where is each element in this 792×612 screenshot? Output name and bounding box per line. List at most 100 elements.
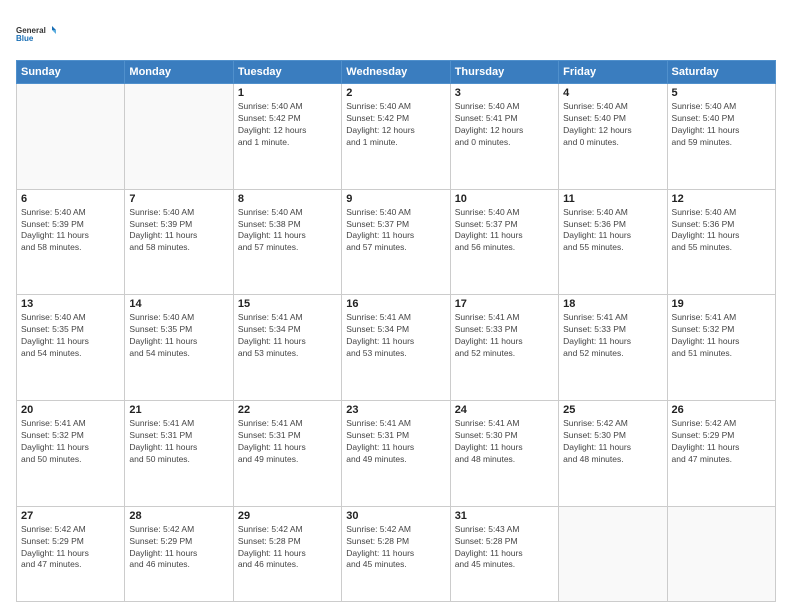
- calendar-cell: 20 Sunrise: 5:41 AMSunset: 5:32 PMDayligh…: [17, 401, 125, 507]
- calendar-cell: 30Sunrise: 5:42 AMSunset: 5:28 PMDayligh…: [342, 506, 450, 601]
- day-info: Sunrise: 5:41 AMSunset: 5:31 PMDaylight:…: [129, 418, 228, 466]
- calendar-cell: 18 Sunrise: 5:41 AMSunset: 5:33 PMDayligh…: [559, 295, 667, 401]
- header-saturday: Saturday: [667, 61, 775, 84]
- week-row-4: 20 Sunrise: 5:41 AMSunset: 5:32 PMDayligh…: [17, 401, 776, 507]
- header-wednesday: Wednesday: [342, 61, 450, 84]
- logo-svg: General Blue: [16, 16, 56, 52]
- day-info: Sunrise: 5:41 AMSunset: 5:33 PMDaylight:…: [563, 312, 662, 360]
- calendar-cell: 9 Sunrise: 5:40 AMSunset: 5:37 PMDaylight…: [342, 189, 450, 295]
- calendar-cell: 8 Sunrise: 5:40 AMSunset: 5:38 PMDaylight…: [233, 189, 341, 295]
- week-row-2: 6 Sunrise: 5:40 AMSunset: 5:39 PMDaylight…: [17, 189, 776, 295]
- day-info: Sunrise: 5:41 AMSunset: 5:31 PMDaylight:…: [346, 418, 445, 466]
- day-info: Sunrise: 5:42 AMSunset: 5:29 PMDaylight:…: [672, 418, 771, 466]
- day-number: 19: [672, 298, 771, 310]
- calendar-cell: [667, 506, 775, 601]
- page: General Blue SundayMondayTuesdayWednesda…: [0, 0, 792, 612]
- logo: General Blue: [16, 16, 56, 52]
- day-info: Sunrise: 5:40 AMSunset: 5:41 PMDaylight:…: [455, 101, 554, 149]
- day-number: 17: [455, 298, 554, 310]
- day-info: Sunrise: 5:42 AMSunset: 5:30 PMDaylight:…: [563, 418, 662, 466]
- calendar-cell: 31 Sunrise: 5:43 AMSunset: 5:28 PMDayligh…: [450, 506, 558, 601]
- calendar-cell: 16Sunrise: 5:41 AMSunset: 5:34 PMDayligh…: [342, 295, 450, 401]
- calendar-cell: 12 Sunrise: 5:40 AMSunset: 5:36 PMDayligh…: [667, 189, 775, 295]
- calendar-cell: 24Sunrise: 5:41 AMSunset: 5:30 PMDayligh…: [450, 401, 558, 507]
- calendar-cell: 5Sunrise: 5:40 AMSunset: 5:40 PMDaylight…: [667, 84, 775, 190]
- day-info: Sunrise: 5:42 AMSunset: 5:29 PMDaylight:…: [21, 524, 120, 572]
- day-info: Sunrise: 5:40 AMSunset: 5:36 PMDaylight:…: [672, 207, 771, 255]
- day-number: 9: [346, 193, 445, 205]
- day-number: 26: [672, 404, 771, 416]
- day-number: 29: [238, 510, 337, 522]
- day-info: Sunrise: 5:40 AMSunset: 5:39 PMDaylight:…: [21, 207, 120, 255]
- day-number: 15: [238, 298, 337, 310]
- calendar-cell: 22Sunrise: 5:41 AMSunset: 5:31 PMDayligh…: [233, 401, 341, 507]
- day-info: Sunrise: 5:40 AMSunset: 5:36 PMDaylight:…: [563, 207, 662, 255]
- day-info: Sunrise: 5:40 AMSunset: 5:35 PMDaylight:…: [21, 312, 120, 360]
- header-sunday: Sunday: [17, 61, 125, 84]
- day-number: 12: [672, 193, 771, 205]
- day-number: 24: [455, 404, 554, 416]
- day-number: 3: [455, 87, 554, 99]
- calendar-cell: 21 Sunrise: 5:41 AMSunset: 5:31 PMDayligh…: [125, 401, 233, 507]
- day-number: 27: [21, 510, 120, 522]
- day-number: 5: [672, 87, 771, 99]
- day-info: Sunrise: 5:42 AMSunset: 5:28 PMDaylight:…: [238, 524, 337, 572]
- day-info: Sunrise: 5:43 AMSunset: 5:28 PMDaylight:…: [455, 524, 554, 572]
- day-info: Sunrise: 5:42 AMSunset: 5:29 PMDaylight:…: [129, 524, 228, 572]
- calendar-cell: 26 Sunrise: 5:42 AMSunset: 5:29 PMDayligh…: [667, 401, 775, 507]
- calendar-cell: 15 Sunrise: 5:41 AMSunset: 5:34 PMDayligh…: [233, 295, 341, 401]
- day-info: Sunrise: 5:41 AMSunset: 5:32 PMDaylight:…: [21, 418, 120, 466]
- week-row-1: 1 Sunrise: 5:40 AMSunset: 5:42 PMDaylight…: [17, 84, 776, 190]
- day-info: Sunrise: 5:41 AMSunset: 5:34 PMDaylight:…: [238, 312, 337, 360]
- day-number: 14: [129, 298, 228, 310]
- day-number: 1: [238, 87, 337, 99]
- week-row-3: 13 Sunrise: 5:40 AMSunset: 5:35 PMDayligh…: [17, 295, 776, 401]
- day-info: Sunrise: 5:40 AMSunset: 5:42 PMDaylight:…: [238, 101, 337, 149]
- day-number: 25: [563, 404, 662, 416]
- day-number: 23: [346, 404, 445, 416]
- day-info: Sunrise: 5:41 AMSunset: 5:32 PMDaylight:…: [672, 312, 771, 360]
- day-number: 10: [455, 193, 554, 205]
- calendar-table: SundayMondayTuesdayWednesdayThursdayFrid…: [16, 60, 776, 602]
- calendar-cell: 6 Sunrise: 5:40 AMSunset: 5:39 PMDaylight…: [17, 189, 125, 295]
- calendar-cell: [559, 506, 667, 601]
- svg-text:Blue: Blue: [16, 34, 34, 43]
- calendar-cell: 1 Sunrise: 5:40 AMSunset: 5:42 PMDaylight…: [233, 84, 341, 190]
- day-info: Sunrise: 5:40 AMSunset: 5:38 PMDaylight:…: [238, 207, 337, 255]
- day-number: 31: [455, 510, 554, 522]
- calendar-cell: 17 Sunrise: 5:41 AMSunset: 5:33 PMDayligh…: [450, 295, 558, 401]
- day-info: Sunrise: 5:40 AMSunset: 5:40 PMDaylight:…: [563, 101, 662, 149]
- day-number: 30: [346, 510, 445, 522]
- calendar-cell: 2 Sunrise: 5:40 AMSunset: 5:42 PMDaylight…: [342, 84, 450, 190]
- day-info: Sunrise: 5:40 AMSunset: 5:39 PMDaylight:…: [129, 207, 228, 255]
- day-number: 7: [129, 193, 228, 205]
- day-info: Sunrise: 5:41 AMSunset: 5:31 PMDaylight:…: [238, 418, 337, 466]
- day-info: Sunrise: 5:41 AMSunset: 5:33 PMDaylight:…: [455, 312, 554, 360]
- calendar-cell: 4 Sunrise: 5:40 AMSunset: 5:40 PMDaylight…: [559, 84, 667, 190]
- calendar-cell: 29 Sunrise: 5:42 AMSunset: 5:28 PMDayligh…: [233, 506, 341, 601]
- day-number: 18: [563, 298, 662, 310]
- day-number: 28: [129, 510, 228, 522]
- calendar-cell: 25 Sunrise: 5:42 AMSunset: 5:30 PMDayligh…: [559, 401, 667, 507]
- day-number: 8: [238, 193, 337, 205]
- day-number: 13: [21, 298, 120, 310]
- header-monday: Monday: [125, 61, 233, 84]
- day-number: 4: [563, 87, 662, 99]
- calendar-cell: 3 Sunrise: 5:40 AMSunset: 5:41 PMDaylight…: [450, 84, 558, 190]
- calendar-cell: [17, 84, 125, 190]
- day-number: 2: [346, 87, 445, 99]
- calendar-cell: [125, 84, 233, 190]
- header-tuesday: Tuesday: [233, 61, 341, 84]
- day-number: 20: [21, 404, 120, 416]
- calendar-header-row: SundayMondayTuesdayWednesdayThursdayFrid…: [17, 61, 776, 84]
- day-number: 16: [346, 298, 445, 310]
- day-number: 21: [129, 404, 228, 416]
- day-number: 6: [21, 193, 120, 205]
- week-row-5: 27 Sunrise: 5:42 AMSunset: 5:29 PMDayligh…: [17, 506, 776, 601]
- calendar-cell: 27 Sunrise: 5:42 AMSunset: 5:29 PMDayligh…: [17, 506, 125, 601]
- calendar-cell: 11Sunrise: 5:40 AMSunset: 5:36 PMDayligh…: [559, 189, 667, 295]
- header: General Blue: [16, 16, 776, 52]
- header-thursday: Thursday: [450, 61, 558, 84]
- day-info: Sunrise: 5:40 AMSunset: 5:42 PMDaylight:…: [346, 101, 445, 149]
- day-info: Sunrise: 5:40 AMSunset: 5:37 PMDaylight:…: [346, 207, 445, 255]
